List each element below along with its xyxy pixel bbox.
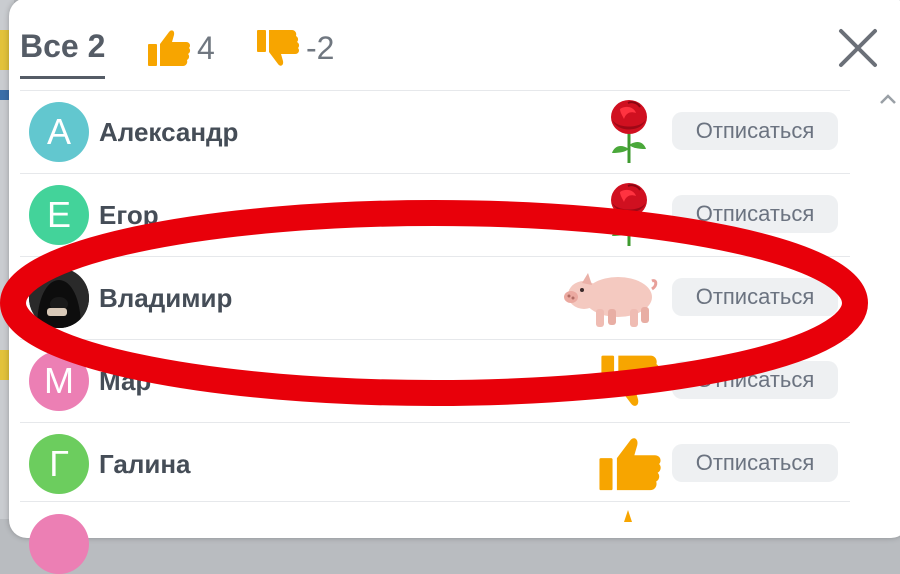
tab-all[interactable]: Все 2 [20,28,106,79]
dislikes-count: -2 [306,29,335,66]
tab-dislikes[interactable]: -2 [256,28,334,68]
avatar[interactable]: М [29,351,89,411]
avatar-initial: Е [46,194,71,235]
scroll-up-arrow-icon[interactable] [878,92,898,106]
rose-icon [611,183,647,246]
user-name[interactable]: Мар [99,340,151,422]
avatar[interactable]: Е [29,185,89,245]
user-name[interactable]: Галина [99,423,191,505]
active-tab-indicator [20,76,106,79]
list-item: Владимир Отписаться [20,256,850,339]
user-name[interactable]: Александр [99,91,238,173]
avatar-initial: М [44,360,74,401]
pig-icon [564,273,658,327]
thumbs-up-icon [148,30,191,66]
list-item: Г Галина Отписаться [20,422,850,505]
reactions-list: А Александр Отписаться Е Егор Отписаться [20,90,850,505]
unsubscribe-button[interactable]: Отписаться [672,361,838,399]
hooded-figure-avatar-image [29,268,89,328]
avatar[interactable] [29,514,89,574]
list-item-partial [20,501,850,574]
list-item: А Александр Отписаться [20,90,850,173]
thumbs-up-icon [624,510,632,522]
thumbs-up-icon [599,438,661,491]
user-name[interactable]: Егор [99,174,159,256]
avatar[interactable]: А [29,102,89,162]
tab-likes[interactable]: 4 [147,28,215,68]
avatar[interactable] [29,268,89,328]
avatar-initial: А [46,111,71,152]
thumbs-down-icon [257,30,300,66]
likes-count: 4 [197,29,215,66]
list-item: Е Егор Отписаться [20,173,850,256]
avatar[interactable]: Г [29,434,89,494]
unsubscribe-button[interactable]: Отписаться [672,278,838,316]
user-name[interactable]: Владимир [99,257,232,339]
unsubscribe-button[interactable]: Отписаться [672,444,838,482]
close-icon[interactable] [836,26,880,70]
rose-icon [611,100,647,163]
unsubscribe-button[interactable]: Отписаться [672,112,838,150]
thumbs-down-icon [601,355,661,406]
list-item: М Мар Отписаться [20,339,850,422]
avatar-initial: Г [49,443,69,484]
unsubscribe-button[interactable]: Отписаться [672,195,838,233]
tab-all-label: Все 2 [20,28,106,64]
